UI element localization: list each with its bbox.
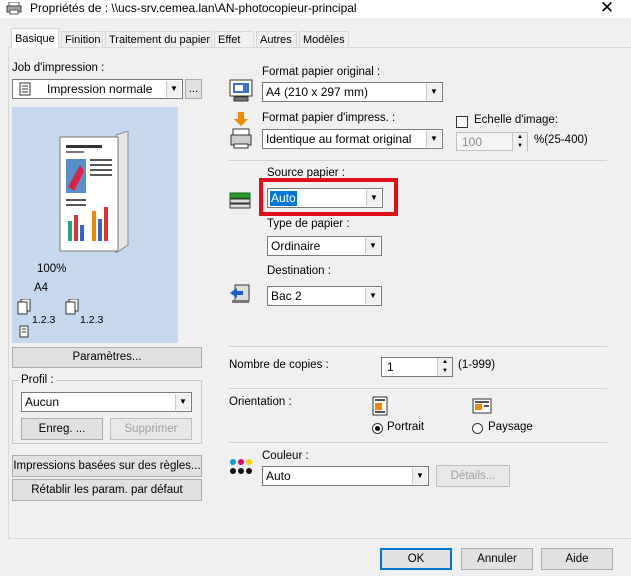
ok-button[interactable]: OK bbox=[380, 548, 452, 570]
color-label: Couleur : bbox=[262, 450, 309, 462]
profile-value: Aucun bbox=[25, 395, 60, 409]
collate-icon bbox=[65, 299, 79, 315]
preview-count-1: 1.2.3 bbox=[32, 314, 56, 326]
print-preview: 100% A4 1.2.3 1.2.3 bbox=[12, 107, 178, 343]
destination-label: Destination : bbox=[267, 265, 331, 277]
document-icon bbox=[19, 82, 31, 96]
scale-checkbox[interactable] bbox=[456, 116, 468, 128]
chevron-down-icon[interactable]: ▼ bbox=[426, 131, 441, 147]
tab-modeles[interactable]: Modèles bbox=[299, 31, 349, 47]
job-label: Job d'impression : bbox=[12, 62, 105, 74]
window-title: Propriétés de : \\ucs-srv.cemea.lan\AN-p… bbox=[30, 1, 357, 15]
divider bbox=[229, 346, 607, 347]
copies-range: (1-999) bbox=[458, 359, 496, 371]
portrait-icon bbox=[372, 396, 388, 416]
job-value: Impression normale bbox=[47, 82, 153, 96]
color-toner-icon bbox=[230, 459, 252, 474]
tab-autres[interactable]: Autres bbox=[256, 31, 297, 47]
rules-print-button[interactable]: Impressions basées sur des règles... bbox=[12, 455, 202, 477]
chevron-up-icon: ▲ bbox=[512, 133, 527, 142]
landscape-label[interactable]: Paysage bbox=[488, 421, 533, 433]
destination-value: Bac 2 bbox=[271, 289, 302, 303]
paper-type-value: Ordinaire bbox=[271, 239, 321, 253]
tab-traitement-papier[interactable]: Traitement du papier bbox=[105, 31, 212, 47]
source-select[interactable]: Auto ▼ bbox=[267, 188, 383, 208]
orig-format-label: Format papier original : bbox=[262, 66, 381, 78]
landscape-radio[interactable] bbox=[472, 423, 483, 434]
print-format-value: Identique au format original bbox=[266, 132, 412, 146]
copies-label: Nombre de copies : bbox=[229, 359, 329, 371]
copies-stepper[interactable]: 1 ▲ ▼ bbox=[381, 357, 453, 377]
orig-format-select[interactable]: A4 (210 x 297 mm) ▼ bbox=[262, 82, 443, 102]
document-preview-icon bbox=[59, 131, 129, 253]
print-format-select[interactable]: Identique au format original ▼ bbox=[262, 129, 443, 149]
divider bbox=[229, 160, 607, 161]
paper-type-select[interactable]: Ordinaire ▼ bbox=[267, 236, 382, 256]
orientation-label: Orientation : bbox=[229, 396, 292, 408]
delete-profile-button: Supprimer bbox=[110, 418, 192, 440]
details-button: Détails... bbox=[436, 465, 510, 487]
preview-zoom: 100% bbox=[37, 263, 67, 275]
chevron-down-icon[interactable]: ▼ bbox=[426, 84, 441, 100]
cancel-button[interactable]: Annuler bbox=[461, 548, 533, 570]
job-select[interactable]: Impression normale ▼ bbox=[12, 79, 183, 99]
paper-format-icon bbox=[229, 79, 253, 102]
chevron-down-icon[interactable]: ▼ bbox=[166, 81, 181, 97]
chevron-down-icon[interactable]: ▼ bbox=[365, 288, 380, 304]
scale-value: 100 bbox=[462, 135, 483, 149]
landscape-icon bbox=[472, 398, 492, 414]
orig-format-value: A4 (210 x 297 mm) bbox=[266, 85, 369, 99]
tab-effet[interactable]: Effet bbox=[214, 31, 254, 47]
chevron-down-icon: ▼ bbox=[512, 142, 527, 151]
tab-basique[interactable]: Basique bbox=[11, 28, 59, 48]
job-more-button[interactable]: ... bbox=[185, 79, 202, 99]
copies-value[interactable]: 1 bbox=[387, 359, 394, 376]
chevron-down-icon[interactable]: ▼ bbox=[366, 190, 381, 206]
page-icon bbox=[19, 325, 29, 338]
paper-type-label: Type de papier : bbox=[267, 218, 350, 230]
chevron-up-icon[interactable]: ▲ bbox=[437, 358, 452, 367]
tab-finition[interactable]: Finition bbox=[61, 31, 103, 47]
restore-defaults-button[interactable]: Rétablir les param. par défaut bbox=[12, 479, 202, 501]
profile-label: Profil : bbox=[19, 374, 56, 386]
divider bbox=[229, 442, 607, 443]
help-button[interactable]: Aide bbox=[541, 548, 613, 570]
save-profile-button[interactable]: Enreg. ... bbox=[21, 418, 103, 440]
chevron-down-icon[interactable]: ▼ bbox=[175, 394, 190, 410]
source-value: Auto bbox=[270, 191, 297, 206]
divider bbox=[229, 388, 607, 389]
output-tray-icon bbox=[230, 284, 250, 303]
scale-range: %(25-400) bbox=[534, 134, 588, 146]
scale-label: Echelle d'image: bbox=[474, 114, 559, 126]
parametres-button[interactable]: Paramètres... bbox=[12, 347, 202, 368]
color-select[interactable]: Auto ▼ bbox=[262, 466, 429, 486]
preview-paper-size: A4 bbox=[34, 282, 49, 294]
printer-icon bbox=[6, 2, 22, 15]
paper-tray-icon bbox=[229, 192, 251, 209]
chevron-down-icon[interactable]: ▼ bbox=[437, 367, 452, 376]
portrait-label[interactable]: Portrait bbox=[387, 421, 424, 433]
close-icon[interactable]: ✕ bbox=[596, 0, 618, 18]
print-format-label: Format papier d'impress. : bbox=[262, 112, 396, 124]
preview-count-2: 1.2.3 bbox=[80, 314, 104, 326]
profile-select[interactable]: Aucun ▼ bbox=[21, 392, 192, 412]
collate-icon bbox=[17, 299, 31, 315]
color-value: Auto bbox=[266, 469, 291, 483]
chevron-down-icon[interactable]: ▼ bbox=[365, 238, 380, 254]
scale-stepper: 100 ▲ ▼ bbox=[456, 132, 528, 151]
chevron-down-icon[interactable]: ▼ bbox=[412, 468, 427, 484]
portrait-radio[interactable] bbox=[372, 423, 383, 434]
destination-select[interactable]: Bac 2 ▼ bbox=[267, 286, 382, 306]
print-format-icon bbox=[230, 112, 252, 149]
